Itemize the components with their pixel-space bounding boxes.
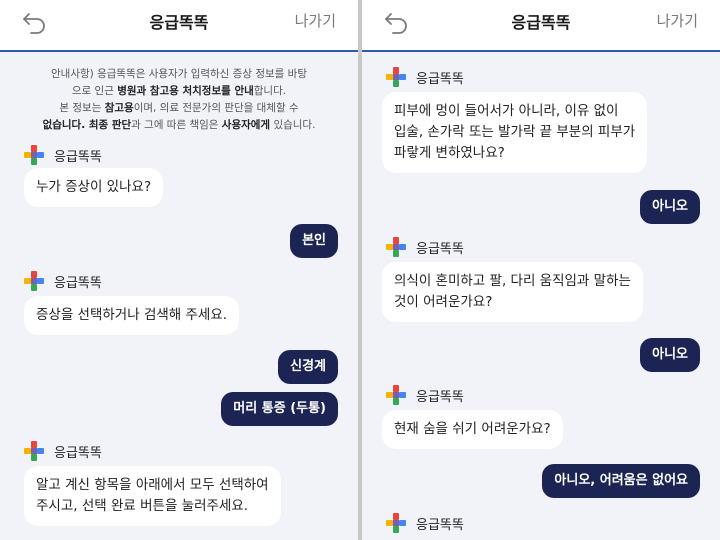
bot-name: 응급똑똑 <box>54 445 102 461</box>
chat-screen-right: 응급똑똑 나가기 응급똑똑 피부에 멍이 들어서가 아니라, 이유 없이 입술,… <box>362 0 720 540</box>
message-line: 피부에 멍이 들어서가 아니라, 이유 없이 <box>394 103 619 119</box>
bot-message: 피부에 멍이 들어서가 아니라, 이유 없이 입술, 손가락 또는 발가락 끝 … <box>382 92 648 173</box>
user-message: 아니오, 어려움은 없어요 <box>542 464 700 498</box>
bot-name: 응급똑똑 <box>54 275 102 291</box>
bot-header: 응급똑똑 <box>24 270 102 292</box>
user-message: 아니오 <box>640 190 700 224</box>
bot-name: 응급똑똑 <box>416 71 464 87</box>
bot-header: 응급똑똑 <box>386 236 464 258</box>
medical-cross-logo-icon <box>24 145 44 165</box>
bot-message: 의식이 혼미하고 팔, 다리 움직임과 말하는 것이 어려운가요? <box>382 262 643 322</box>
bot-name: 응급똑똑 <box>416 389 464 405</box>
notice-line: 없습니다. 최종 판단과 그에 따른 책임은 사용자에게 있습니다. <box>42 119 316 131</box>
bot-message: 증상을 선택하거나 검색해 주세요. <box>24 296 240 335</box>
bot-name: 응급똑똑 <box>416 517 464 533</box>
bot-header: 응급똑똑 <box>386 66 464 88</box>
bot-name: 응급똑똑 <box>416 241 464 257</box>
exit-button[interactable]: 나가기 <box>657 10 698 31</box>
exit-button[interactable]: 나가기 <box>295 10 336 31</box>
medical-cross-logo-icon <box>386 385 406 405</box>
bot-header: 응급똑똑 <box>386 512 464 534</box>
notice-line: 본 정보는 참고용이며, 의료 전문가의 판단을 대체할 수 <box>59 102 299 114</box>
notice-line: 안내사항) 응급똑똑은 사용자가 입력하신 증상 정보를 바탕 <box>51 68 307 80</box>
chat-screen-left: 응급똑똑 나가기 안내사항) 응급똑똑은 사용자가 입력하신 증상 정보를 바탕… <box>0 0 358 540</box>
user-message: 본인 <box>290 224 338 258</box>
medical-cross-logo-icon <box>24 271 44 291</box>
notice-line: 으로 인근 병원과 참고용 처치정보를 안내합니다. <box>71 85 287 97</box>
bot-message: 누가 증상이 있나요? <box>24 168 164 207</box>
message-line: 파랗게 변하였나요? <box>394 145 505 161</box>
medical-cross-logo-icon <box>24 441 44 461</box>
medical-cross-logo-icon <box>386 237 406 257</box>
message-line: 입술, 손가락 또는 발가락 끝 부분의 피부가 <box>394 124 636 140</box>
message-line: 것이 어려운가요? <box>394 294 493 310</box>
user-message: 머리 통증 (두통) <box>221 392 338 426</box>
user-message: 신경계 <box>278 350 338 384</box>
bot-message: 현재 숨을 쉬기 어려운가요? <box>382 410 563 449</box>
disclaimer-notice: 안내사항) 응급똑똑은 사용자가 입력하신 증상 정보를 바탕 으로 인근 병원… <box>20 66 338 134</box>
bot-header: 응급똑똑 <box>24 440 102 462</box>
bot-message: 알고 계신 항목을 아래에서 모두 선택하여 주시고, 선택 완료 버튼을 눌러… <box>24 466 281 526</box>
medical-cross-logo-icon <box>386 513 406 533</box>
bot-name: 응급똑똑 <box>54 149 102 165</box>
message-line: 의식이 혼미하고 팔, 다리 움직임과 말하는 <box>394 273 631 289</box>
bot-header: 응급똑똑 <box>386 384 464 406</box>
medical-cross-logo-icon <box>386 67 406 87</box>
user-message: 아니오 <box>640 338 700 372</box>
message-line: 알고 계신 항목을 아래에서 모두 선택하여 <box>36 477 269 493</box>
bot-header: 응급똑똑 <box>24 144 102 166</box>
app-header: 응급똑똑 나가기 <box>362 0 720 52</box>
app-header: 응급똑똑 나가기 <box>0 0 358 52</box>
message-line: 주시고, 선택 완료 버튼을 눌러주세요. <box>36 498 249 514</box>
